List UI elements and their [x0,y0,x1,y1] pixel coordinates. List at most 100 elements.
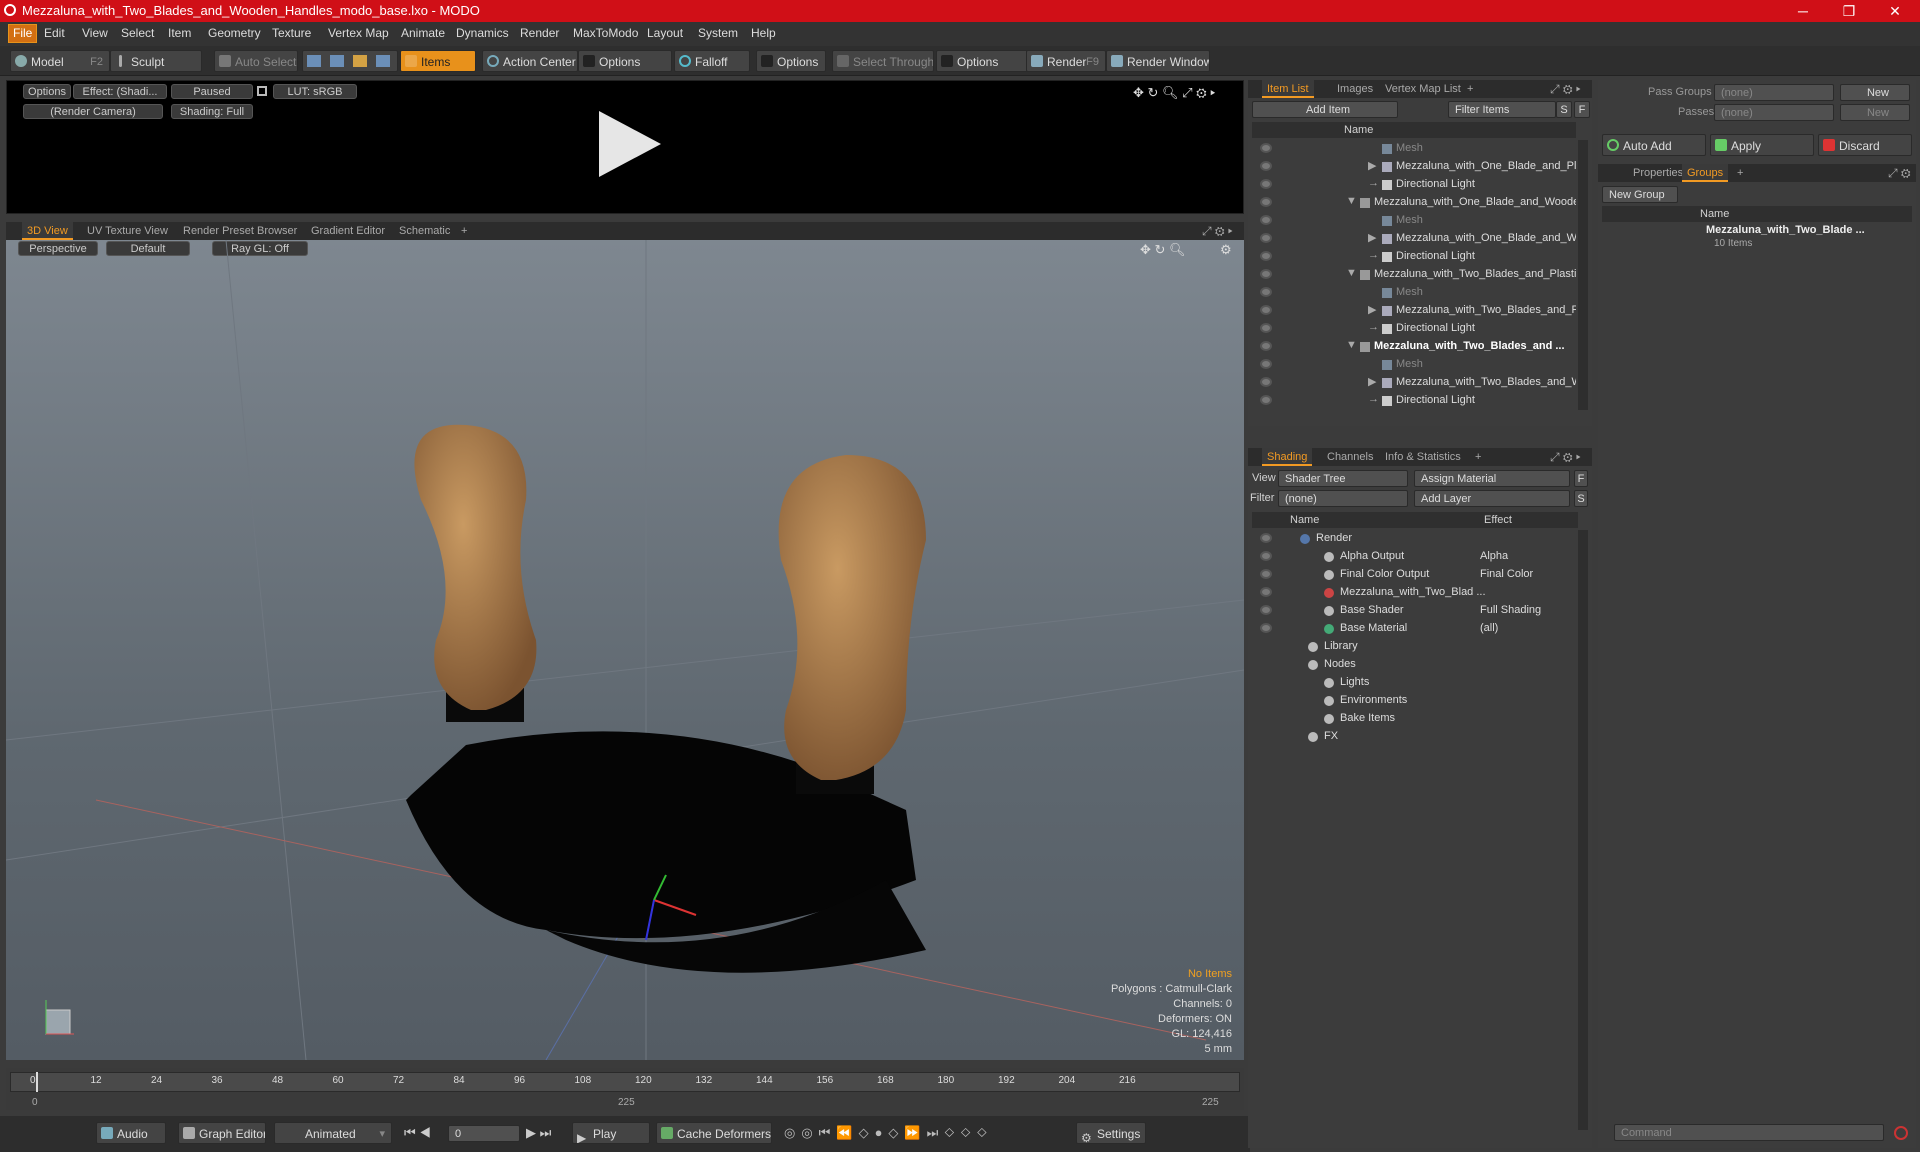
f-button[interactable]: F [1574,470,1588,487]
item-list-row[interactable]: ▼ Mezzaluna_with_One_Blade_and_Woode... [1252,194,1576,212]
menu-edit[interactable]: Edit [44,26,65,40]
action-center-options-button[interactable]: Options [578,50,672,72]
panel-options-icon[interactable]: ⤢ ⚙ ▸ [1202,224,1233,239]
audio-button[interactable]: Audio [96,1122,166,1144]
graph-editor-button[interactable]: Graph Editor [178,1122,266,1144]
vertices-mode-icon[interactable] [307,55,321,67]
shader-tree-row[interactable]: Base Shader Full Shading [1252,602,1578,620]
item-list-row[interactable]: ▼ Mezzaluna_with_Two_Blades_and ... [1252,338,1576,356]
expand-arrow-icon[interactable]: ▶ [1368,159,1376,172]
expand-arrow-icon[interactable]: ▶ [1368,375,1376,388]
add-tab-button[interactable]: + [456,222,472,240]
assign-material-button[interactable]: Assign Material [1414,470,1570,487]
passes-dropdown[interactable]: (none) [1714,104,1834,121]
maximize-button[interactable]: ❐ [1826,0,1872,22]
expand-arrow-icon[interactable]: ▼ [1346,339,1357,351]
effect-dropdown[interactable]: (all) [1480,622,1576,634]
eye-icon[interactable] [1260,215,1272,225]
panel-options-icon[interactable]: ⤢ ⚙ [1888,166,1911,181]
add-item-dropdown[interactable]: Add Item [1252,101,1398,118]
new-group-button[interactable]: New Group [1602,186,1678,203]
command-status-icon[interactable] [1894,1126,1908,1140]
items-mode-button[interactable]: Items [400,50,476,72]
frame-input[interactable]: 0 [448,1125,520,1142]
eye-icon[interactable] [1260,251,1272,261]
menu-render[interactable]: Render [520,26,559,40]
item-list-row[interactable]: Mesh [1252,140,1576,158]
item-list-row[interactable]: ▶ Mezzaluna_with_One_Blade_and_Woo... [1252,230,1576,248]
play-button[interactable]: ▶ Play [572,1122,650,1144]
item-list-row[interactable]: ▼ Mezzaluna_with_Two_Blades_and_Plastic..… [1252,266,1576,284]
menu-vertex-map[interactable]: Vertex Map [328,26,389,40]
animated-dropdown[interactable]: Animated ▾ [274,1122,392,1144]
play-icon[interactable] [595,109,665,179]
render-button[interactable]: Render F9 [1026,50,1106,72]
tab-gradient-editor[interactable]: Gradient Editor [306,222,390,240]
effect-column-header[interactable]: Effect [1484,514,1512,526]
new-pass-button[interactable]: New [1840,104,1910,121]
add-layer-dropdown[interactable]: Add Layer [1414,490,1570,507]
eye-icon[interactable] [1260,197,1272,207]
preview-options-button[interactable]: Options [23,84,71,99]
panel-options-icon[interactable]: ⤢ ⚙ ▸ [1550,82,1581,97]
timeline[interactable]: 0 12 24 36 48 60 72 84 96 108 120 132 144 156 168 180 19… [6,1068,1244,1110]
add-tab-button[interactable]: + [1732,164,1748,182]
eye-icon[interactable] [1260,269,1272,279]
name-column-header[interactable]: Name [1344,124,1373,136]
skip-start-icon[interactable]: ⏮ ◀ [404,1125,431,1141]
menu-item[interactable]: Item [168,26,191,40]
key-tools-icons[interactable]: ◎◎⏮⏪◇●◇⏩⏭◇◇◇ [784,1125,993,1141]
tab-shading[interactable]: Shading [1262,448,1313,466]
filter-f-button[interactable]: F [1574,101,1590,118]
menu-geometry[interactable]: Geometry [208,26,261,40]
arrow-icon[interactable]: → [1368,249,1379,261]
menu-maxtomodo[interactable]: MaxToModo [573,26,638,40]
timeline-ruler[interactable] [10,1072,1240,1092]
sculpt-mode-button[interactable]: Sculpt [110,50,202,72]
shader-tree-row[interactable]: Nodes [1252,656,1578,674]
eye-icon[interactable] [1260,179,1272,189]
item-list-row[interactable]: Mesh [1252,284,1576,302]
select-through-button[interactable]: Select Through [832,50,934,72]
eye-icon[interactable] [1260,395,1272,405]
eye-icon[interactable] [1260,587,1272,597]
menu-dynamics[interactable]: Dynamics [456,26,509,40]
item-list-row[interactable]: ▶ Mezzaluna_with_One_Blade_and_Plas ... [1252,158,1576,176]
eye-icon[interactable] [1260,341,1272,351]
shader-tree-row[interactable]: Mezzaluna_with_Two_Blad ... [1252,584,1578,602]
shader-tree-row[interactable]: Bake Items [1252,710,1578,728]
item-list-row[interactable]: → Directional Light [1252,320,1576,338]
edges-mode-icon[interactable] [330,55,344,67]
add-tab-button[interactable]: + [1462,80,1478,98]
eye-icon[interactable] [1260,359,1272,369]
tab-uv-texture-view[interactable]: UV Texture View [82,222,173,240]
shader-tree-row[interactable]: Render [1252,530,1578,548]
select-through-options-button[interactable]: Options [936,50,1028,72]
eye-icon[interactable] [1260,377,1272,387]
menu-texture[interactable]: Texture [272,26,311,40]
arrow-icon[interactable]: → [1368,177,1379,189]
item-list-row[interactable]: → Directional Light [1252,176,1576,194]
shader-tree-scrollbar[interactable] [1578,530,1588,1130]
camera-dropdown[interactable]: (Render Camera) [23,104,163,119]
eye-icon[interactable] [1260,551,1272,561]
auto-select-button[interactable]: Auto Select [214,50,298,72]
tab-groups[interactable]: Groups [1682,164,1729,182]
playhead[interactable] [36,1072,38,1092]
tab-channels[interactable]: Channels [1322,448,1378,466]
close-button[interactable]: ✕ [1872,0,1918,22]
materials-mode-icon[interactable] [376,55,390,67]
eye-icon[interactable] [1260,569,1272,579]
expand-arrow-icon[interactable]: ▼ [1346,267,1357,279]
effect-dropdown[interactable]: Final Color [1480,568,1576,580]
menu-system[interactable]: System [698,26,738,40]
tab-vertex-map-list[interactable]: Vertex Map List [1380,80,1466,98]
render-window-button[interactable]: Render Window [1106,50,1210,72]
menu-animate[interactable]: Animate [401,26,445,40]
command-input[interactable]: Command [1614,1124,1884,1141]
preview-nav-icons[interactable]: ✥ ↻ 🔍︎ ⤢ ⚙ ▸ [1133,85,1215,101]
s-button[interactable]: S [1574,490,1588,507]
effect-dropdown[interactable]: Full Shading [1480,604,1576,616]
group-row[interactable]: Mezzaluna_with_Two_Blade ... 10 Items [1602,224,1912,254]
tab-properties[interactable]: Properties [1628,164,1688,182]
